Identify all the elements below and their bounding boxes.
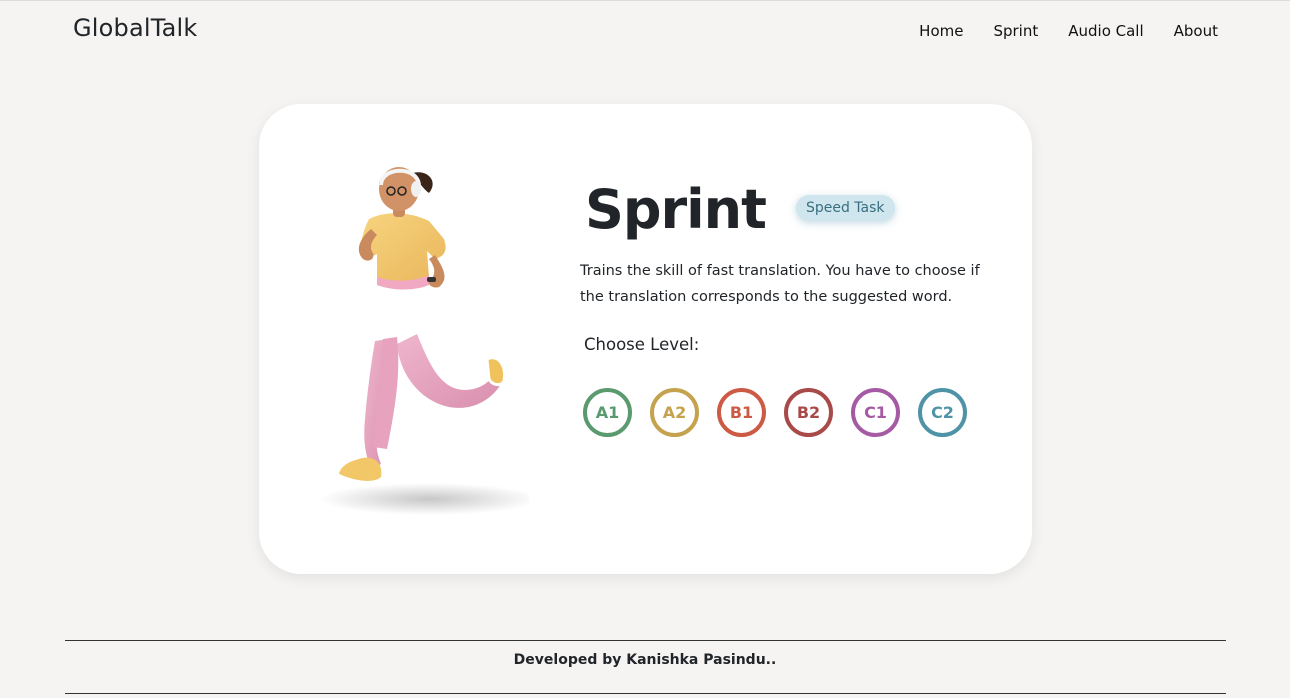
game-description: Trains the skill of fast translation. Yo…	[580, 263, 980, 305]
game-title: Sprint	[585, 178, 767, 241]
nav-link-audio-call[interactable]: Audio Call	[1068, 22, 1143, 40]
level-button-c1[interactable]: C1	[851, 388, 900, 437]
footer-divider-top	[65, 640, 1226, 641]
level-button-b1[interactable]: B1	[717, 388, 766, 437]
level-button-c2[interactable]: C2	[918, 388, 967, 437]
footer-divider-bottom	[65, 693, 1226, 694]
navbar: GlobalTalk Home Sprint Audio Call About	[0, 0, 1290, 62]
footer-credit: Developed by Kanishka Pasindu..	[513, 652, 777, 668]
level-button-a1[interactable]: A1	[583, 388, 632, 437]
game-card: Sprint Speed Task Trains the skill of fa…	[259, 104, 1032, 574]
level-button-a2[interactable]: A2	[650, 388, 699, 437]
nav-link-home[interactable]: Home	[919, 22, 963, 40]
title-row: Sprint Speed Task	[585, 178, 895, 242]
level-button-b2[interactable]: B2	[784, 388, 833, 437]
nav-link-sprint[interactable]: Sprint	[993, 22, 1038, 40]
level-selector: A1 A2 B1 B2 C1 C2	[583, 388, 967, 437]
nav-links: Home Sprint Audio Call About	[919, 22, 1218, 40]
choose-level-label: Choose Level:	[584, 335, 700, 354]
speed-task-badge: Speed Task	[795, 195, 895, 221]
running-girl-illustration	[319, 167, 529, 515]
brand-logo[interactable]: GlobalTalk	[73, 14, 198, 42]
nav-link-about[interactable]: About	[1174, 22, 1218, 40]
